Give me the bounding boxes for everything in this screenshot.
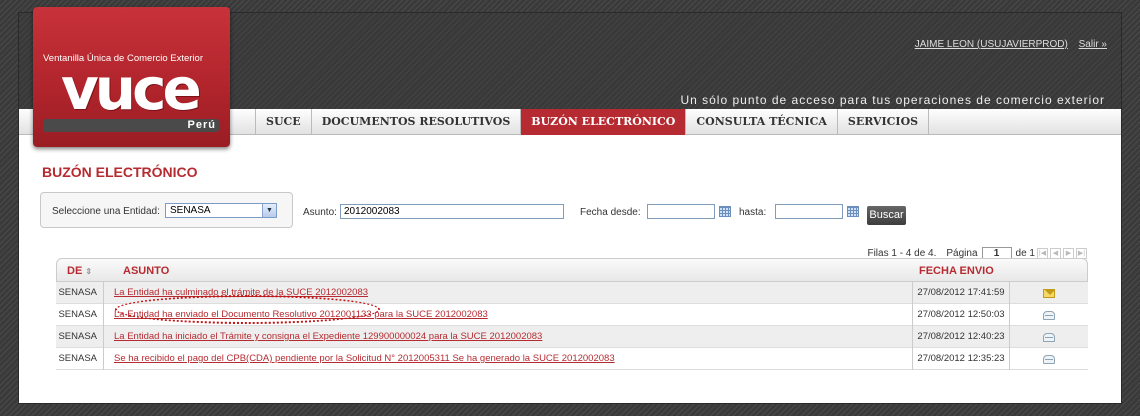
tab-buzon-electronico[interactable]: BUZÓN ELECTRÓNICO bbox=[521, 109, 687, 135]
envelope-read-icon[interactable] bbox=[1043, 332, 1055, 342]
cell-status bbox=[1010, 304, 1088, 326]
cell-asunto-link[interactable]: La Entidad ha iniciado el Trámite y cons… bbox=[104, 326, 542, 348]
highlight-ellipse bbox=[115, 295, 380, 324]
logo-brand: vuce bbox=[61, 55, 202, 123]
fecha-desde-label: Fecha desde: bbox=[580, 207, 641, 218]
calendar-icon[interactable] bbox=[719, 206, 731, 217]
hasta-label: hasta: bbox=[739, 207, 767, 218]
cell-de: SENASA bbox=[56, 326, 104, 348]
cell-fecha: 27/08/2012 17:41:59 bbox=[912, 282, 1010, 304]
fecha-desde-input[interactable] bbox=[647, 204, 715, 219]
page-title: BUZÓN ELECTRÓNICO bbox=[42, 164, 198, 180]
user-link[interactable]: JAIME LEON (USUJAVIERPROD) bbox=[915, 39, 1068, 50]
entity-filter-box: Seleccione una Entidad: SENASA ▼ bbox=[40, 192, 293, 228]
user-links: JAIME LEON (USUJAVIERPROD) Salir » bbox=[907, 39, 1107, 50]
entity-select-value: SENASA bbox=[170, 205, 211, 216]
envelope-read-icon[interactable] bbox=[1043, 310, 1055, 320]
logo-country: Perú bbox=[187, 119, 216, 131]
tab-servicios[interactable]: SERVICIOS bbox=[838, 109, 930, 135]
app-frame: JAIME LEON (USUJAVIERPROD) Salir » Un só… bbox=[18, 7, 1122, 404]
table-header: DE ⇕ ASUNTO FECHA ENVIO bbox=[56, 258, 1088, 282]
tab-consulta-tecnica[interactable]: CONSULTA TÉCNICA bbox=[686, 109, 838, 135]
col-fecha-envio[interactable]: FECHA ENVIO bbox=[919, 265, 994, 277]
entity-select[interactable]: SENASA ▼ bbox=[165, 203, 277, 218]
cell-status bbox=[1010, 326, 1088, 348]
vuce-logo[interactable]: Ventanilla Única de Comercio Exterior vu… bbox=[33, 7, 230, 147]
search-button[interactable]: Buscar bbox=[867, 206, 906, 225]
col-de[interactable]: DE ⇕ bbox=[67, 265, 92, 277]
entity-label: Seleccione una Entidad: bbox=[52, 206, 160, 217]
cell-fecha: 27/08/2012 12:50:03 bbox=[912, 304, 1010, 326]
nav-tabs: SUCE DOCUMENTOS RESOLUTIVOS BUZÓN ELECTR… bbox=[255, 109, 930, 135]
tab-documentos-resolutivos[interactable]: DOCUMENTOS RESOLUTIVOS bbox=[312, 109, 522, 135]
envelope-read-icon[interactable] bbox=[1043, 354, 1055, 364]
cell-status bbox=[1010, 282, 1088, 304]
cell-de: SENASA bbox=[56, 304, 104, 326]
table-row[interactable]: SENASA La Entidad ha iniciado el Trámite… bbox=[56, 326, 1088, 348]
asunto-label: Asunto: bbox=[303, 207, 337, 218]
asunto-input[interactable]: 2012002083 bbox=[340, 204, 564, 219]
tab-suce[interactable]: SUCE bbox=[255, 109, 312, 135]
calendar-icon[interactable] bbox=[847, 206, 859, 217]
cell-de: SENASA bbox=[56, 282, 104, 304]
envelope-unread-icon[interactable] bbox=[1043, 288, 1055, 298]
col-asunto[interactable]: ASUNTO bbox=[123, 265, 169, 277]
fecha-hasta-input[interactable] bbox=[775, 204, 843, 219]
cell-status bbox=[1010, 348, 1088, 370]
cell-fecha: 27/08/2012 12:40:23 bbox=[912, 326, 1010, 348]
sort-icon[interactable]: ⇕ bbox=[85, 267, 92, 276]
tagline: Un sólo punto de acceso para tus operaci… bbox=[680, 93, 1105, 107]
table-row[interactable]: SENASA Se ha recibido el pago del CPB(CD… bbox=[56, 348, 1088, 370]
col-de-label: DE bbox=[67, 265, 83, 277]
cell-de: SENASA bbox=[56, 348, 104, 370]
logout-link[interactable]: Salir » bbox=[1079, 39, 1107, 50]
cell-fecha: 27/08/2012 12:35:23 bbox=[912, 348, 1010, 370]
chevron-down-icon[interactable]: ▼ bbox=[262, 204, 276, 217]
cell-asunto-link[interactable]: Se ha recibido el pago del CPB(CDA) pend… bbox=[104, 348, 615, 370]
